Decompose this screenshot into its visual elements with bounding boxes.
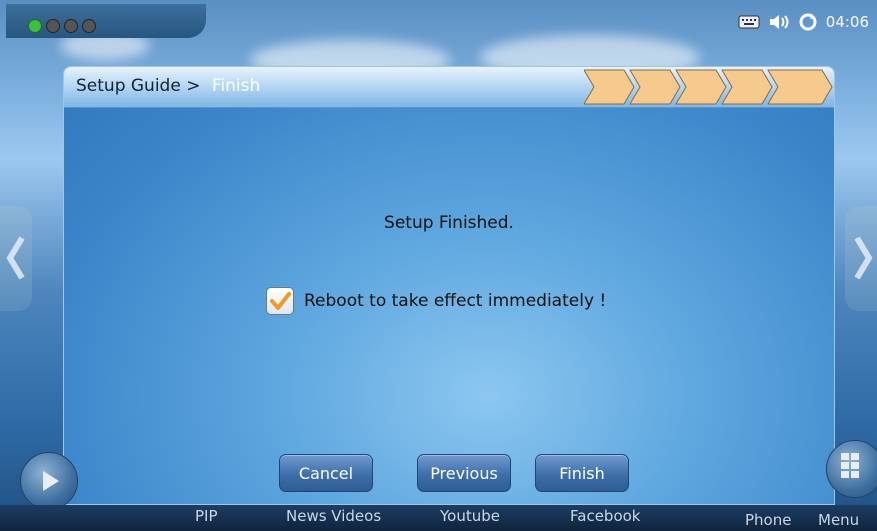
play-icon bbox=[43, 471, 59, 491]
checkmark-icon bbox=[270, 292, 291, 310]
step-chevron bbox=[675, 69, 727, 105]
chevron-right-icon bbox=[854, 236, 873, 280]
dock-item-pip[interactable]: PIP bbox=[195, 507, 218, 525]
breadcrumb-current: Finish bbox=[211, 76, 261, 96]
bottom-dock: PIP News Videos Youtube Facebook Phone M… bbox=[0, 505, 877, 531]
grid-icon bbox=[841, 453, 859, 478]
status-dot bbox=[46, 19, 60, 33]
step-chevron bbox=[584, 69, 635, 105]
reboot-checkbox-label: Reboot to take effect immediately ! bbox=[304, 291, 607, 311]
setup-guide-dialog: Setup Guide > Finish Setup Finished. Reb… bbox=[63, 66, 835, 505]
dialog-header: Setup Guide > Finish bbox=[64, 67, 834, 108]
breadcrumb: Setup Guide > Finish bbox=[76, 76, 260, 96]
finish-button[interactable]: Finish bbox=[535, 454, 629, 492]
step-chevron bbox=[767, 69, 833, 105]
reboot-option[interactable]: Reboot to take effect immediately ! bbox=[266, 286, 606, 316]
step-progress bbox=[584, 69, 833, 105]
previous-button[interactable]: Previous bbox=[417, 454, 511, 492]
sync-icon bbox=[799, 13, 817, 31]
clock-time: 04:06 bbox=[825, 13, 869, 31]
status-bar: 04:06 bbox=[0, 0, 877, 44]
keyboard-icon bbox=[738, 15, 760, 29]
previous-page-arrow[interactable] bbox=[0, 206, 32, 311]
chevron-left-icon bbox=[6, 236, 25, 280]
step-chevron bbox=[629, 69, 681, 105]
next-page-arrow[interactable] bbox=[845, 206, 877, 311]
volume-icon[interactable] bbox=[768, 13, 790, 31]
status-dot bbox=[82, 19, 96, 33]
cancel-button[interactable]: Cancel bbox=[279, 454, 373, 492]
status-icons: 04:06 bbox=[738, 10, 869, 34]
breadcrumb-separator: > bbox=[186, 76, 201, 96]
setup-finished-message: Setup Finished. bbox=[384, 213, 514, 233]
media-play-button[interactable] bbox=[20, 452, 78, 510]
dock-item-youtube[interactable]: Youtube bbox=[440, 507, 500, 525]
status-indicator-pill bbox=[6, 4, 206, 38]
breadcrumb-root: Setup Guide bbox=[76, 76, 181, 96]
status-dot bbox=[64, 19, 78, 33]
dock-item-menu[interactable]: Menu bbox=[818, 511, 859, 529]
menu-grid-button[interactable] bbox=[826, 440, 877, 498]
reboot-checkbox[interactable] bbox=[266, 287, 294, 315]
status-dot bbox=[28, 19, 42, 33]
step-chevron bbox=[721, 69, 773, 105]
dock-item-news-videos[interactable]: News Videos bbox=[286, 507, 381, 525]
dock-item-phone[interactable]: Phone bbox=[745, 511, 791, 529]
dock-item-facebook[interactable]: Facebook bbox=[570, 507, 640, 525]
